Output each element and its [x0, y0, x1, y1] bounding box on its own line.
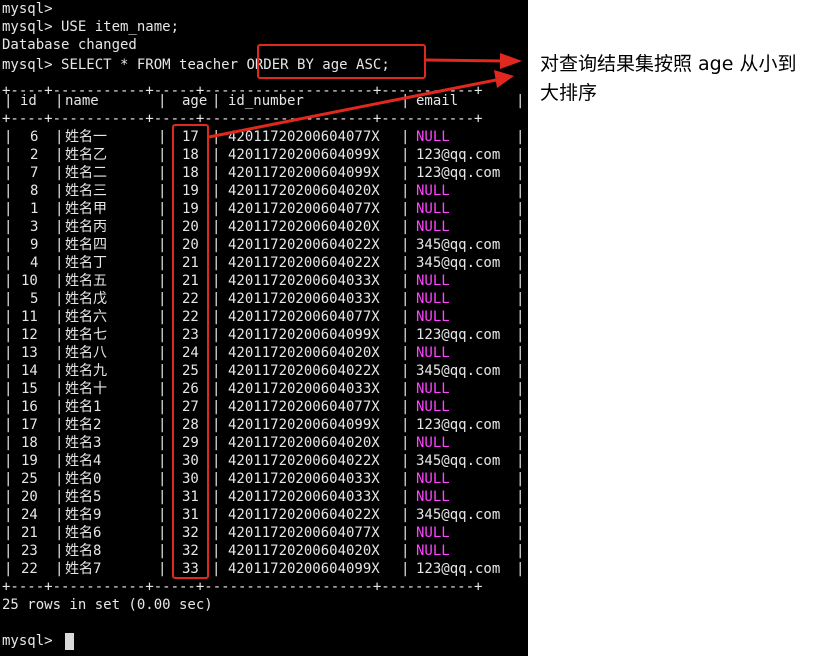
- arrow-head-bottom: [494, 70, 514, 88]
- annotation-text: 对查询结果集按照 age 从小到大排序: [540, 53, 797, 104]
- arrow-head-top: [500, 53, 522, 69]
- arrow-line-bottom: [208, 78, 497, 139]
- arrow-line-top: [425, 58, 505, 63]
